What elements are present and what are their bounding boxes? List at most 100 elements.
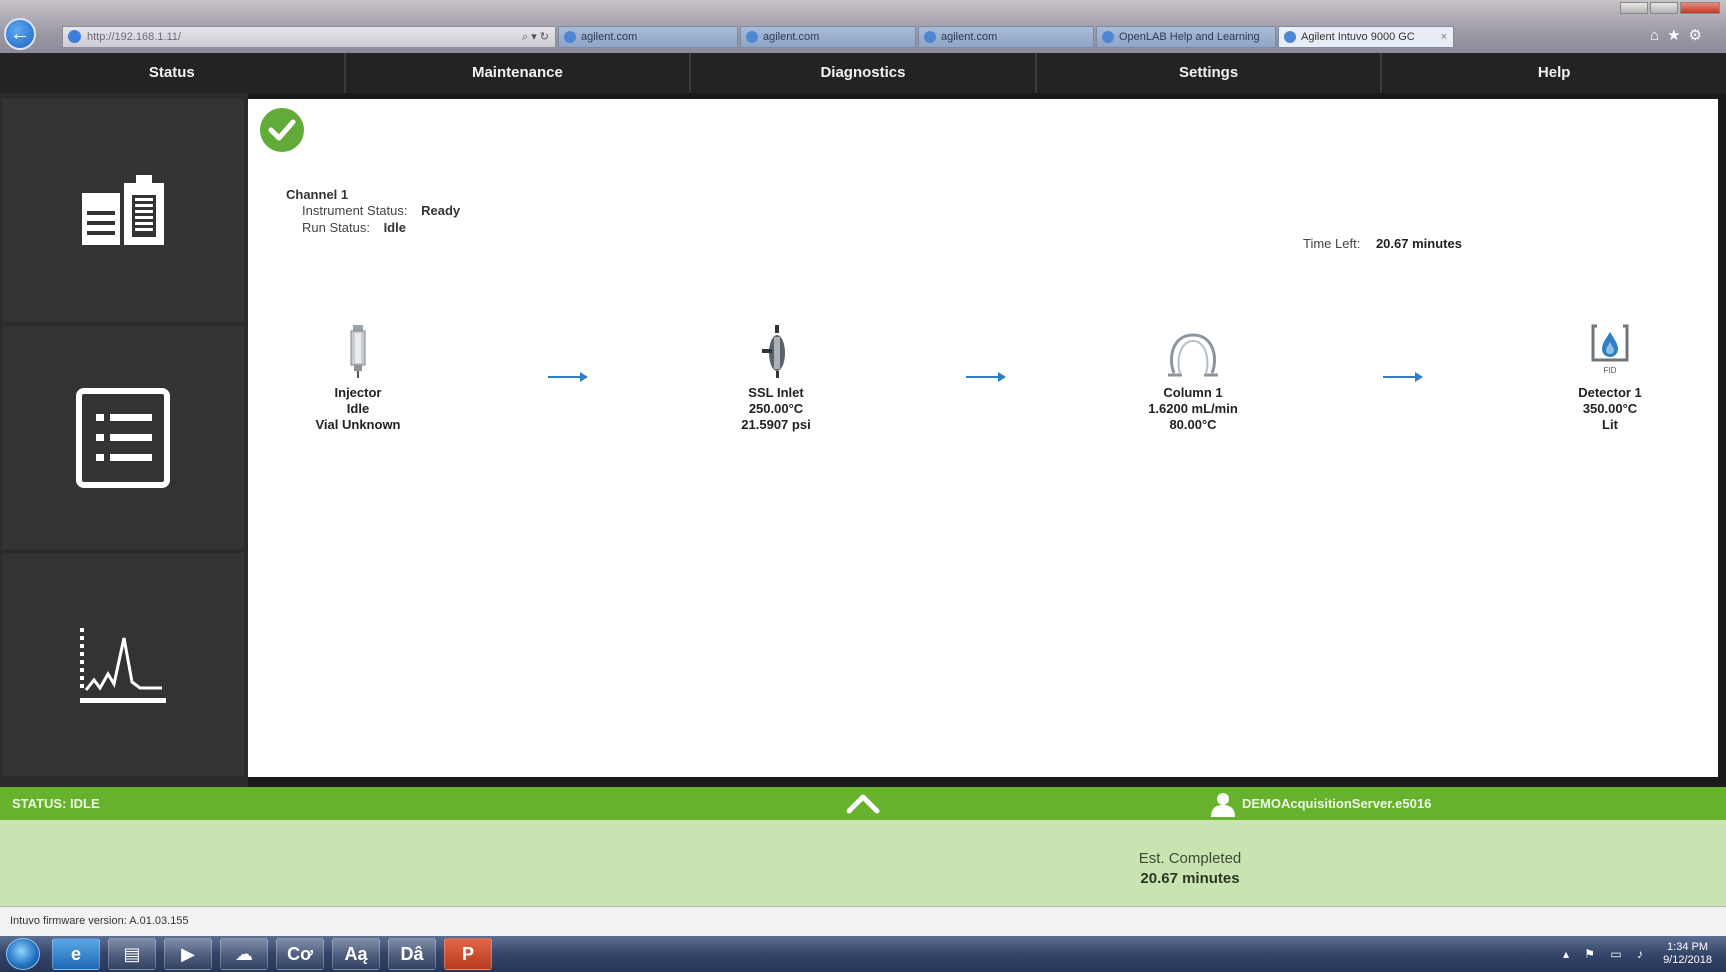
inlet-pressure: 21.5907 psi bbox=[741, 417, 811, 432]
server-name: DEMOAcquisitionServer.e5016 bbox=[1242, 796, 1432, 811]
nav-maintenance[interactable]: Maintenance bbox=[346, 53, 692, 93]
explorer-taskbar-button[interactable]: ▤ bbox=[108, 938, 156, 970]
browser-tab[interactable]: agilent.com bbox=[558, 26, 738, 48]
est-completed-label: Est. Completed bbox=[1138, 850, 1242, 867]
side-panel bbox=[0, 93, 248, 787]
clock-date: 9/12/2018 bbox=[1663, 954, 1712, 966]
ie-taskbar-button[interactable]: e bbox=[52, 938, 100, 970]
flow-node-detector[interactable]: FID Detector 1 350.00°C Lit bbox=[1500, 317, 1720, 433]
browser-tab[interactable]: agilent.com bbox=[740, 26, 916, 48]
minimize-button[interactable] bbox=[1620, 2, 1648, 14]
run-status-label: Run Status: bbox=[302, 220, 370, 235]
time-left-label: Time Left: bbox=[1303, 236, 1361, 251]
detector-flame-icon bbox=[1591, 324, 1629, 361]
tab-label: Agilent Intuvo 9000 GC bbox=[1301, 31, 1415, 43]
flow-node-column[interactable]: Column 1 1.6200 mL/min 80.00°C bbox=[1083, 317, 1303, 433]
injector-icon bbox=[350, 325, 366, 378]
maximize-button[interactable] bbox=[1650, 2, 1678, 14]
address-bar[interactable]: http://192.168.1.11/ ⌕ ▾ ↻ bbox=[62, 26, 556, 48]
start-button[interactable] bbox=[6, 938, 40, 970]
address-tools-icon[interactable]: ⌕ ▾ ↻ bbox=[522, 27, 549, 47]
nav-help[interactable]: Help bbox=[1382, 53, 1726, 93]
flow-arrow-icon bbox=[1383, 372, 1423, 382]
powerpoint-taskbar-button[interactable]: P bbox=[444, 938, 492, 970]
back-button[interactable]: ← bbox=[4, 18, 36, 50]
ie-page-icon bbox=[68, 30, 81, 43]
browser-window-bar: ← http://192.168.1.11/ ⌕ ▾ ↻ agilent.com… bbox=[0, 0, 1726, 53]
detector-flame-state: Lit bbox=[1602, 417, 1618, 432]
windows-taskbar: e ▤ ▶ ☁ Cơ Aą Dâ P ▴ ⚑ ▭ ♪ 1:34 PM 9/12/… bbox=[0, 936, 1726, 972]
column-temperature: 80.00°C bbox=[1169, 417, 1217, 432]
close-window-button[interactable] bbox=[1680, 2, 1720, 14]
detector-name: Detector 1 bbox=[1578, 385, 1642, 400]
tab-page-icon bbox=[1102, 31, 1114, 43]
media-taskbar-button[interactable]: ▶ bbox=[164, 938, 212, 970]
firmware-version: Intuvo firmware version: A.01.03.155 bbox=[10, 915, 189, 927]
nav-diagnostics[interactable]: Diagnostics bbox=[691, 53, 1037, 93]
address-text: http://192.168.1.11/ bbox=[87, 31, 181, 43]
channel-status-block: Channel 1 Instrument Status: Ready Run S… bbox=[286, 187, 460, 236]
inlet-icon bbox=[762, 325, 785, 378]
side-tile-method[interactable] bbox=[2, 326, 244, 549]
time-left: Time Left: 20.67 minutes bbox=[1303, 236, 1462, 251]
list-icon bbox=[76, 387, 170, 488]
clock-time: 1:34 PM bbox=[1667, 941, 1709, 953]
nav-status[interactable]: Status bbox=[0, 53, 346, 93]
chevron-up-icon[interactable] bbox=[843, 791, 883, 815]
browser-tab[interactable]: agilent.com bbox=[918, 26, 1094, 48]
flow-arrow-icon bbox=[966, 372, 1006, 382]
injector-name: Injector bbox=[334, 385, 382, 400]
browser-tab[interactable]: OpenLAB Help and Learning bbox=[1096, 26, 1276, 48]
tray-icons[interactable]: ▴ ⚑ ▭ ♪ bbox=[1563, 947, 1649, 961]
tab-label: agilent.com bbox=[763, 31, 820, 43]
column-name: Column 1 bbox=[1163, 385, 1223, 400]
side-tile-instrument[interactable] bbox=[2, 99, 244, 322]
flow-node-inlet[interactable]: SSL Inlet 250.00°C 21.5907 psi bbox=[666, 317, 886, 433]
system-tray: ▴ ⚑ ▭ ♪ 1:34 PM 9/12/2018 bbox=[1563, 936, 1712, 972]
est-completed: Est. Completed 20.67 minutes bbox=[1080, 850, 1300, 887]
tab-page-icon bbox=[564, 31, 576, 43]
main-nav: Status Maintenance Diagnostics Settings … bbox=[0, 53, 1726, 93]
inlet-temperature: 250.00°C bbox=[748, 401, 804, 416]
firmware-bar: Intuvo firmware version: A.01.03.155 bbox=[0, 906, 1726, 936]
app-taskbar-button[interactable]: Dâ bbox=[388, 938, 436, 970]
clock[interactable]: 1:34 PM 9/12/2018 bbox=[1663, 941, 1712, 967]
instrument-icon bbox=[82, 174, 164, 245]
close-tab-icon[interactable]: × bbox=[1441, 27, 1447, 47]
nav-settings[interactable]: Settings bbox=[1037, 53, 1383, 93]
chromatogram-icon bbox=[80, 627, 166, 703]
tab-page-icon bbox=[924, 31, 936, 43]
detector-type-badge: FID bbox=[1603, 365, 1617, 375]
checkmark-ok-icon bbox=[260, 108, 304, 152]
window-controls bbox=[1620, 2, 1720, 14]
injector-vial: Vial Unknown bbox=[315, 417, 401, 432]
app-taskbar-button[interactable]: Cơ bbox=[276, 938, 324, 970]
tab-page-icon bbox=[1284, 31, 1296, 43]
column-flow: 1.6200 mL/min bbox=[1148, 401, 1238, 416]
status-bar: STATUS: IDLE DEMOAcquisitionServer.e5016 bbox=[0, 787, 1726, 820]
side-tile-chromatogram[interactable] bbox=[2, 553, 244, 776]
main-content: Channel 1 Instrument Status: Ready Run S… bbox=[248, 99, 1718, 777]
home-favorites-tools-icons[interactable]: ⌂★⚙ bbox=[1650, 26, 1710, 44]
browser-tab-active[interactable]: Agilent Intuvo 9000 GC × bbox=[1278, 26, 1454, 48]
instrument-status-label: Instrument Status: bbox=[302, 203, 408, 218]
run-status-row: Run Status: Idle bbox=[302, 219, 460, 236]
inlet-name: SSL Inlet bbox=[748, 385, 804, 400]
flow-arrow-icon bbox=[548, 372, 588, 382]
est-completed-value: 20.67 minutes bbox=[1140, 870, 1240, 887]
detector-temperature: 350.00°C bbox=[1582, 401, 1638, 416]
run-status-value: Idle bbox=[383, 220, 406, 235]
flow-node-injector[interactable]: Injector Idle Vial Unknown bbox=[248, 317, 468, 433]
info-panel: Est. Completed 20.67 minutes bbox=[0, 820, 1726, 906]
channel-title: Channel 1 bbox=[286, 187, 349, 202]
instrument-status-value: Ready bbox=[421, 203, 461, 218]
injector-state: Idle bbox=[346, 401, 370, 416]
instrument-idle-status: STATUS: IDLE bbox=[12, 796, 100, 811]
tab-label: OpenLAB Help and Learning bbox=[1119, 31, 1260, 43]
time-left-value: 20.67 minutes bbox=[1375, 236, 1462, 251]
cloud-taskbar-button[interactable]: ☁ bbox=[220, 938, 268, 970]
instrument-status-row: Instrument Status: Ready bbox=[302, 202, 460, 219]
user-icon bbox=[1211, 792, 1235, 817]
tab-page-icon bbox=[746, 31, 758, 43]
app-taskbar-button[interactable]: Aą bbox=[332, 938, 380, 970]
